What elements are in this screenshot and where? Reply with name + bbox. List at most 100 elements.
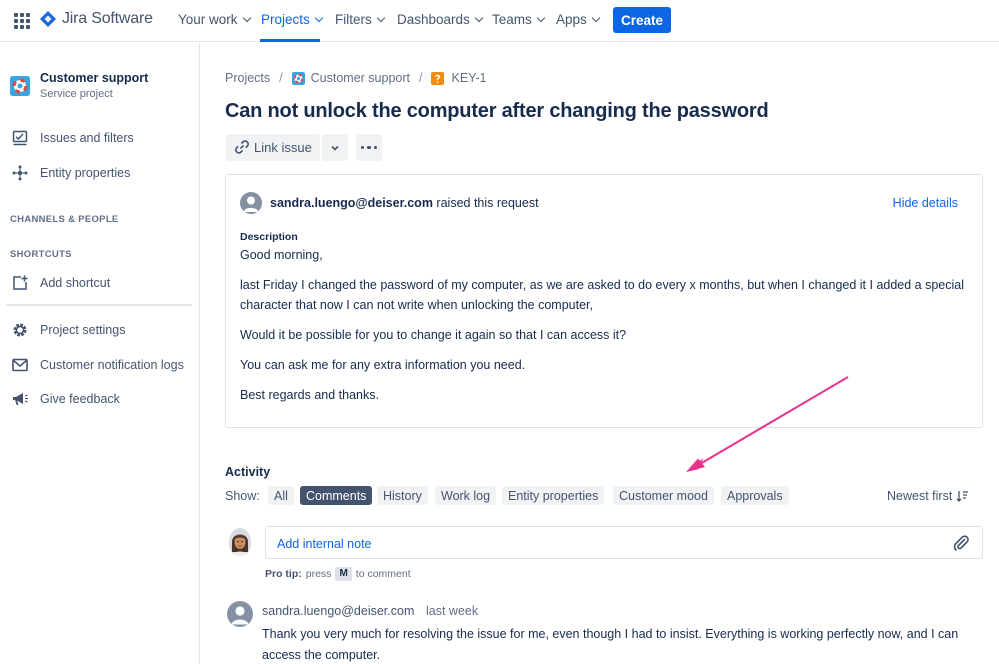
- description-paragraph: last Friday I changed the password of my…: [240, 278, 965, 312]
- nav-label: Teams: [492, 12, 532, 27]
- add-shortcut-icon: [11, 274, 29, 292]
- description-label: Description: [240, 231, 298, 243]
- mail-icon: [11, 356, 29, 374]
- link-icon: [235, 140, 249, 154]
- reporter-name[interactable]: sandra.luengo@deiser.com: [270, 196, 433, 210]
- reporter-avatar[interactable]: [240, 192, 262, 214]
- sidebar-item-customer-notification-logs[interactable]: Customer notification logs: [0, 351, 199, 379]
- show-label: Show:: [225, 489, 260, 503]
- shortcuts-heading: SHORTCUTS: [10, 249, 72, 260]
- comment-timestamp[interactable]: last week: [426, 604, 478, 618]
- more-dot: [367, 145, 371, 150]
- channels-people-heading[interactable]: CHANNELS & PEOPLE: [10, 214, 119, 225]
- sidebar-item-label: Entity properties: [40, 166, 131, 180]
- add-internal-note-label: Add internal note: [277, 537, 372, 551]
- nav-filters[interactable]: Filters: [335, 12, 385, 27]
- chevron-down-icon: [536, 13, 546, 22]
- megaphone-icon: [11, 390, 29, 408]
- chevron-down-icon: [376, 13, 385, 22]
- app-switcher-icon[interactable]: [14, 13, 30, 29]
- jira-logo[interactable]: Jira Software: [40, 10, 153, 28]
- breadcrumb-project[interactable]: Customer support: [311, 71, 410, 85]
- breadcrumb-separator: /: [279, 71, 283, 85]
- project-avatar-icon: [291, 71, 305, 85]
- sidebar-item-label: Issues and filters: [40, 131, 134, 145]
- top-navigation: Jira Software Your work Projects Filters…: [0, 0, 999, 42]
- sidebar-item-label: Project settings: [40, 323, 126, 337]
- filter-work-log[interactable]: Work log: [435, 486, 497, 505]
- create-button[interactable]: Create: [613, 7, 671, 33]
- request-type-icon: [431, 71, 445, 85]
- protip-suffix: to comment: [355, 568, 411, 580]
- sidebar-item-entity-properties[interactable]: Entity properties: [0, 159, 199, 187]
- sort-label: Newest first: [887, 489, 953, 503]
- nav-apps[interactable]: Apps: [556, 12, 601, 27]
- nav-label: Dashboards: [397, 12, 470, 27]
- pro-tip: Pro tip: press M to comment: [265, 567, 411, 581]
- comment-body: Thank you very much for resolving the is…: [262, 627, 959, 662]
- filter-entity-properties[interactable]: Entity properties: [502, 486, 605, 505]
- sidebar: Customer support Service project Issues …: [0, 43, 200, 664]
- sidebar-item-issues-and-filters[interactable]: Issues and filters: [0, 124, 199, 152]
- sort-icon: [956, 491, 969, 502]
- project-type: Service project: [40, 88, 113, 100]
- filter-history[interactable]: History: [377, 486, 428, 505]
- more-actions-button[interactable]: [356, 134, 382, 161]
- paperclip-icon[interactable]: [952, 534, 970, 552]
- breadcrumb-projects[interactable]: Projects: [225, 71, 270, 85]
- gear-icon: [11, 321, 29, 339]
- nav-label: Apps: [556, 12, 587, 27]
- add-shortcut-button[interactable]: Add shortcut: [0, 269, 199, 297]
- comment-author[interactable]: sandra.luengo@deiser.com: [262, 604, 414, 618]
- filter-approvals[interactable]: Approvals: [721, 486, 789, 505]
- sidebar-item-project-settings[interactable]: Project settings: [0, 316, 199, 344]
- filter-all[interactable]: All: [268, 486, 294, 505]
- protip-press: press: [305, 568, 332, 580]
- hide-details-link[interactable]: Hide details: [893, 196, 958, 210]
- sidebar-item-label: Give feedback: [40, 392, 120, 406]
- request-details-panel: sandra.luengo@deiser.com raised this req…: [225, 174, 983, 428]
- comment-author-avatar[interactable]: [227, 601, 253, 627]
- sidebar-item-label: Customer notification logs: [40, 358, 184, 372]
- current-user-avatar[interactable]: [229, 528, 251, 556]
- project-avatar: [10, 76, 30, 96]
- description-paragraph: Best regards and thanks.: [240, 388, 379, 402]
- active-nav-indicator: [260, 39, 320, 42]
- sidebar-divider: [6, 304, 192, 306]
- issues-icon: [11, 129, 29, 147]
- add-internal-note-input[interactable]: Add internal note: [265, 526, 983, 559]
- link-issue-label: Link issue: [254, 140, 312, 155]
- more-dot: [360, 145, 365, 150]
- chevron-down-icon: [314, 13, 324, 22]
- breadcrumb-separator: /: [419, 71, 423, 85]
- filter-customer-mood[interactable]: Customer mood: [613, 486, 714, 505]
- chevron-down-icon: [242, 13, 251, 22]
- jira-diamond-icon: [40, 11, 56, 27]
- chevron-down-icon: [331, 145, 339, 151]
- entity-properties-icon: [11, 164, 29, 182]
- description-paragraph: Would it be possible for you to change i…: [240, 328, 627, 342]
- sort-order-button[interactable]: Newest first: [887, 489, 969, 503]
- nav-label: Your work: [178, 12, 238, 27]
- sidebar-item-label: Add shortcut: [40, 276, 111, 290]
- project-name[interactable]: Customer support: [40, 71, 148, 85]
- filter-comments[interactable]: Comments: [300, 486, 373, 505]
- breadcrumb: Projects / Customer support / KEY-1: [225, 71, 486, 85]
- issue-title[interactable]: Can not unlock the computer after changi…: [225, 100, 769, 123]
- sidebar-item-give-feedback[interactable]: Give feedback: [0, 385, 199, 413]
- request-raised-line: sandra.luengo@deiser.com raised this req…: [270, 196, 539, 210]
- nav-projects[interactable]: Projects: [261, 12, 324, 27]
- logo-text: Jira Software: [62, 10, 153, 27]
- description-paragraph: You can ask me for any extra information…: [240, 358, 526, 372]
- chevron-down-icon: [591, 13, 601, 22]
- more-dot: [373, 145, 378, 150]
- nav-your-work[interactable]: Your work: [178, 12, 251, 27]
- breadcrumb-issue-key[interactable]: KEY-1: [451, 71, 486, 85]
- nav-teams[interactable]: Teams: [492, 12, 546, 27]
- raised-text: raised this request: [436, 196, 539, 210]
- link-issue-dropdown-button[interactable]: [322, 134, 348, 161]
- chevron-down-icon: [474, 13, 484, 22]
- link-issue-button[interactable]: Link issue: [226, 134, 320, 161]
- nav-dashboards[interactable]: Dashboards: [397, 12, 484, 27]
- keyboard-shortcut-key: M: [335, 567, 352, 581]
